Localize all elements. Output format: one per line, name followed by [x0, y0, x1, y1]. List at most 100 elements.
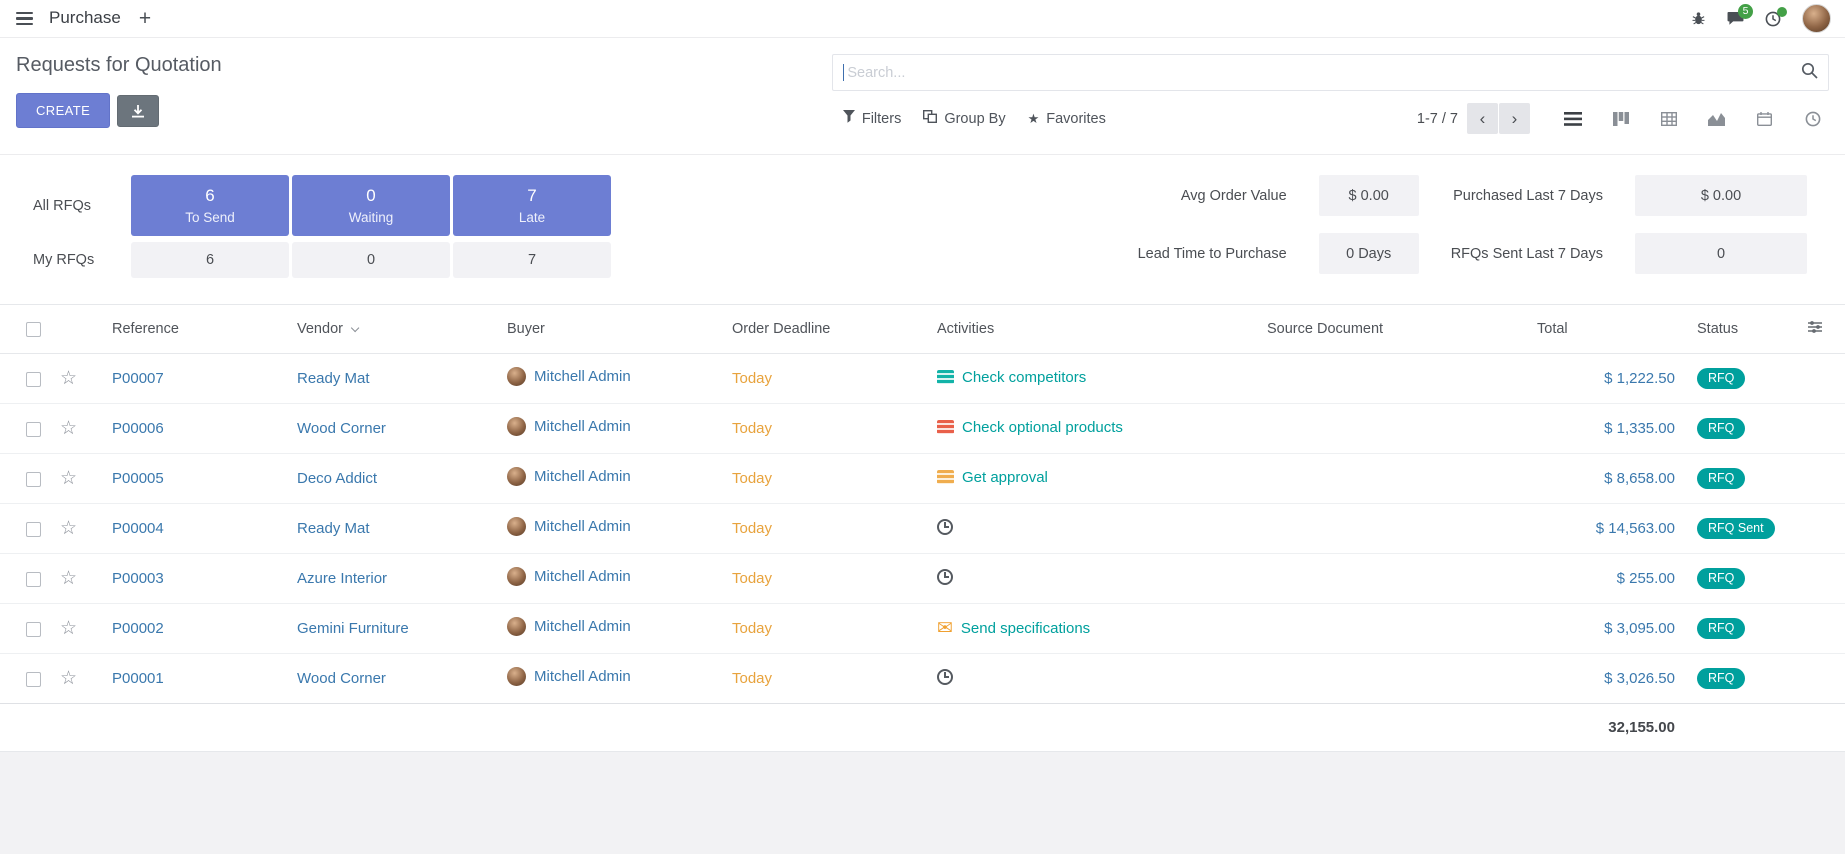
my-rfq-stat-box[interactable]: 0: [292, 242, 450, 278]
activity-label[interactable]: Check competitors: [962, 369, 1086, 386]
create-button[interactable]: CREATE: [16, 93, 110, 128]
search-bar[interactable]: [832, 54, 1829, 91]
rfq-stat-box[interactable]: 7 Late: [453, 175, 611, 236]
vendor-link[interactable]: Gemini Furniture: [297, 620, 409, 637]
activity-icon[interactable]: [937, 669, 953, 685]
vendor-link[interactable]: Deco Addict: [297, 470, 377, 487]
buyer-name[interactable]: Mitchell Admin: [534, 568, 631, 585]
activity-cell[interactable]: Send specifications: [937, 619, 1090, 638]
table-row[interactable]: ☆ P00001 Wood Corner Mitchell Admin Toda…: [0, 654, 1845, 704]
app-name[interactable]: Purchase: [49, 8, 121, 28]
activity-icon[interactable]: [937, 470, 954, 484]
column-header-vendor[interactable]: Vendor: [289, 305, 499, 354]
activity-icon[interactable]: [937, 519, 953, 535]
reference-link[interactable]: P00006: [112, 420, 164, 437]
filters-button[interactable]: Filters: [832, 104, 912, 133]
favorite-star-icon[interactable]: ☆: [60, 668, 77, 689]
column-header-status[interactable]: Status: [1689, 305, 1799, 354]
activity-cell[interactable]: [937, 669, 961, 685]
row-checkbox[interactable]: [26, 422, 41, 437]
view-calendar-button[interactable]: [1748, 103, 1781, 134]
table-row[interactable]: ☆ P00005 Deco Addict Mitchell Admin Toda…: [0, 454, 1845, 504]
view-list-button[interactable]: [1556, 103, 1589, 134]
buyer-name[interactable]: Mitchell Admin: [534, 368, 631, 385]
favorite-star-icon[interactable]: ☆: [60, 368, 77, 389]
rfq-stat-box[interactable]: 0 Waiting: [292, 175, 450, 236]
add-tab-icon[interactable]: +: [135, 8, 155, 29]
vendor-link[interactable]: Ready Mat: [297, 370, 370, 387]
metric-value-box[interactable]: $ 0.00: [1635, 175, 1807, 216]
vendor-link[interactable]: Azure Interior: [297, 570, 387, 587]
column-header-reference[interactable]: Reference: [104, 305, 289, 354]
group-by-button[interactable]: Group By: [912, 104, 1016, 133]
table-row[interactable]: ☆ P00006 Wood Corner Mitchell Admin Toda…: [0, 404, 1845, 454]
table-row[interactable]: ☆ P00003 Azure Interior Mitchell Admin T…: [0, 554, 1845, 604]
row-checkbox[interactable]: [26, 572, 41, 587]
view-activity-button[interactable]: [1796, 103, 1829, 134]
reference-link[interactable]: P00005: [112, 470, 164, 487]
reference-link[interactable]: P00007: [112, 370, 164, 387]
view-pivot-button[interactable]: [1652, 103, 1685, 134]
user-avatar[interactable]: [1802, 4, 1831, 33]
row-checkbox[interactable]: [26, 672, 41, 687]
reference-link[interactable]: P00004: [112, 520, 164, 537]
row-checkbox[interactable]: [26, 372, 41, 387]
table-row[interactable]: ☆ P00007 Ready Mat Mitchell Admin Today …: [0, 354, 1845, 404]
rfq-stat-box[interactable]: 6 To Send: [131, 175, 289, 236]
activity-cell[interactable]: Check optional products: [937, 419, 1123, 436]
favorite-star-icon[interactable]: ☆: [60, 518, 77, 539]
select-all-checkbox[interactable]: [26, 322, 41, 337]
optional-columns-icon[interactable]: [1807, 323, 1823, 339]
search-input[interactable]: [845, 64, 1801, 82]
activity-label[interactable]: Get approval: [962, 469, 1048, 486]
favorite-star-icon[interactable]: ☆: [60, 418, 77, 439]
activity-label[interactable]: Check optional products: [962, 419, 1123, 436]
activity-icon[interactable]: [937, 619, 953, 638]
column-header-buyer[interactable]: Buyer: [499, 305, 724, 354]
debug-bug-icon[interactable]: [1691, 11, 1706, 26]
reference-link[interactable]: P00002: [112, 620, 164, 637]
buyer-name[interactable]: Mitchell Admin: [534, 518, 631, 535]
favorite-star-icon[interactable]: ☆: [60, 618, 77, 639]
buyer-name[interactable]: Mitchell Admin: [534, 468, 631, 485]
vendor-link[interactable]: Ready Mat: [297, 520, 370, 537]
activity-label[interactable]: Send specifications: [961, 620, 1090, 637]
view-graph-button[interactable]: [1700, 103, 1733, 134]
buyer-name[interactable]: Mitchell Admin: [534, 418, 631, 435]
favorite-star-icon[interactable]: ☆: [60, 568, 77, 589]
table-row[interactable]: ☆ P00002 Gemini Furniture Mitchell Admin…: [0, 604, 1845, 654]
search-icon[interactable]: [1801, 62, 1818, 83]
row-checkbox[interactable]: [26, 472, 41, 487]
buyer-name[interactable]: Mitchell Admin: [534, 668, 631, 685]
vendor-link[interactable]: Wood Corner: [297, 670, 386, 687]
export-download-button[interactable]: [117, 95, 159, 127]
column-header-source-document[interactable]: Source Document: [1259, 305, 1529, 354]
column-header-order-deadline[interactable]: Order Deadline: [724, 305, 929, 354]
activity-cell[interactable]: [937, 569, 961, 585]
reference-link[interactable]: P00003: [112, 570, 164, 587]
column-header-total[interactable]: Total: [1529, 305, 1689, 354]
vendor-link[interactable]: Wood Corner: [297, 420, 386, 437]
activity-icon[interactable]: [937, 370, 954, 384]
menu-toggle-icon[interactable]: [14, 8, 35, 29]
activity-cell[interactable]: Check competitors: [937, 369, 1086, 386]
my-rfq-stat-box[interactable]: 6: [131, 242, 289, 278]
row-checkbox[interactable]: [26, 622, 41, 637]
metric-value-box[interactable]: $ 0.00: [1319, 175, 1419, 216]
activity-icon[interactable]: [937, 420, 954, 434]
metric-value-box[interactable]: 0 Days: [1319, 233, 1419, 274]
activity-icon[interactable]: [937, 569, 953, 585]
favorites-button[interactable]: ★ Favorites: [1017, 105, 1117, 133]
activity-cell[interactable]: [937, 519, 961, 535]
table-row[interactable]: ☆ P00004 Ready Mat Mitchell Admin Today: [0, 504, 1845, 554]
favorite-star-icon[interactable]: ☆: [60, 468, 77, 489]
activities-clock-icon[interactable]: [1765, 11, 1781, 27]
reference-link[interactable]: P00001: [112, 670, 164, 687]
pager-previous-button[interactable]: ‹: [1467, 103, 1498, 134]
row-checkbox[interactable]: [26, 522, 41, 537]
my-rfq-stat-box[interactable]: 7: [453, 242, 611, 278]
pager-next-button[interactable]: ›: [1499, 103, 1530, 134]
metric-value-box[interactable]: 0: [1635, 233, 1807, 274]
column-header-activities[interactable]: Activities: [929, 305, 1259, 354]
activity-cell[interactable]: Get approval: [937, 469, 1048, 486]
